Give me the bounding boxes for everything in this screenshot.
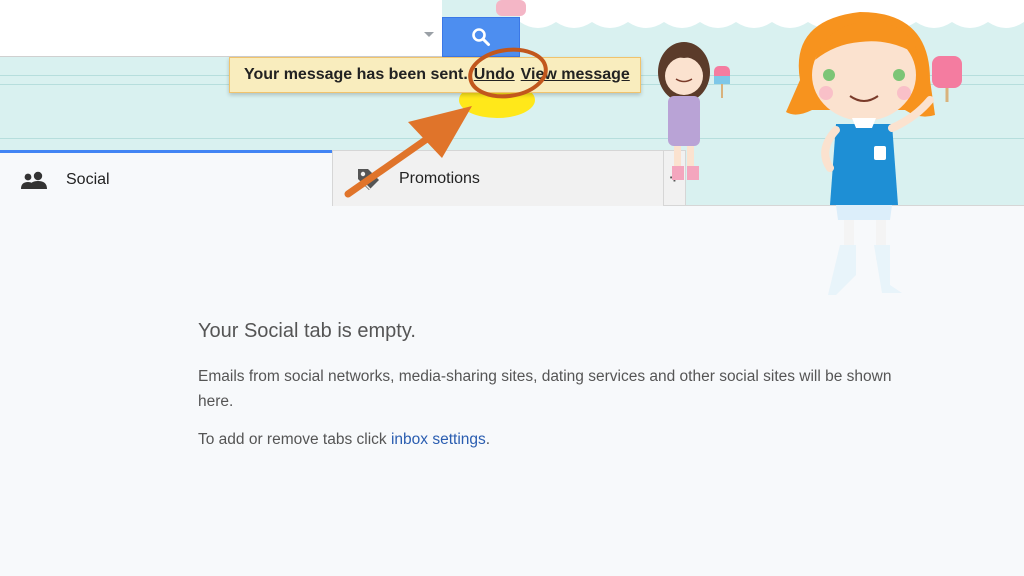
tab-promotions-label: Promotions — [399, 169, 480, 187]
divider — [686, 205, 1024, 206]
search-button[interactable] — [442, 17, 520, 57]
view-message-link[interactable]: View message — [521, 66, 630, 84]
tip-suffix: . — [485, 431, 491, 448]
band-line — [0, 138, 1024, 139]
tab-social-label: Social — [66, 170, 110, 188]
inbox-settings-link[interactable]: inbox settings — [391, 431, 486, 448]
tab-social[interactable]: Social — [0, 150, 332, 206]
search-options-arrow[interactable] — [424, 32, 434, 37]
empty-state-title: Your Social tab is empty. — [198, 320, 416, 342]
tip-prefix: To add or remove tabs click — [198, 431, 391, 448]
undo-link[interactable]: Undo — [474, 66, 515, 84]
empty-state: Your Social tab is empty. Emails from so… — [198, 320, 918, 449]
sent-notification: Your message has been sent. Undo View me… — [229, 57, 641, 93]
empty-state-description: Emails from social networks, media-shari… — [198, 368, 892, 410]
people-icon — [21, 171, 47, 189]
tab-promotions[interactable]: Promotions — [332, 150, 664, 206]
search-icon — [472, 28, 490, 46]
search-input[interactable] — [0, 0, 442, 57]
category-tabs: Social Promotions + — [0, 150, 686, 206]
empty-state-tip: To add or remove tabs click inbox settin… — [198, 431, 918, 449]
tag-icon — [358, 168, 379, 190]
notification-message: Your message has been sent. — [244, 66, 468, 83]
add-tab-button[interactable]: + — [664, 150, 686, 206]
